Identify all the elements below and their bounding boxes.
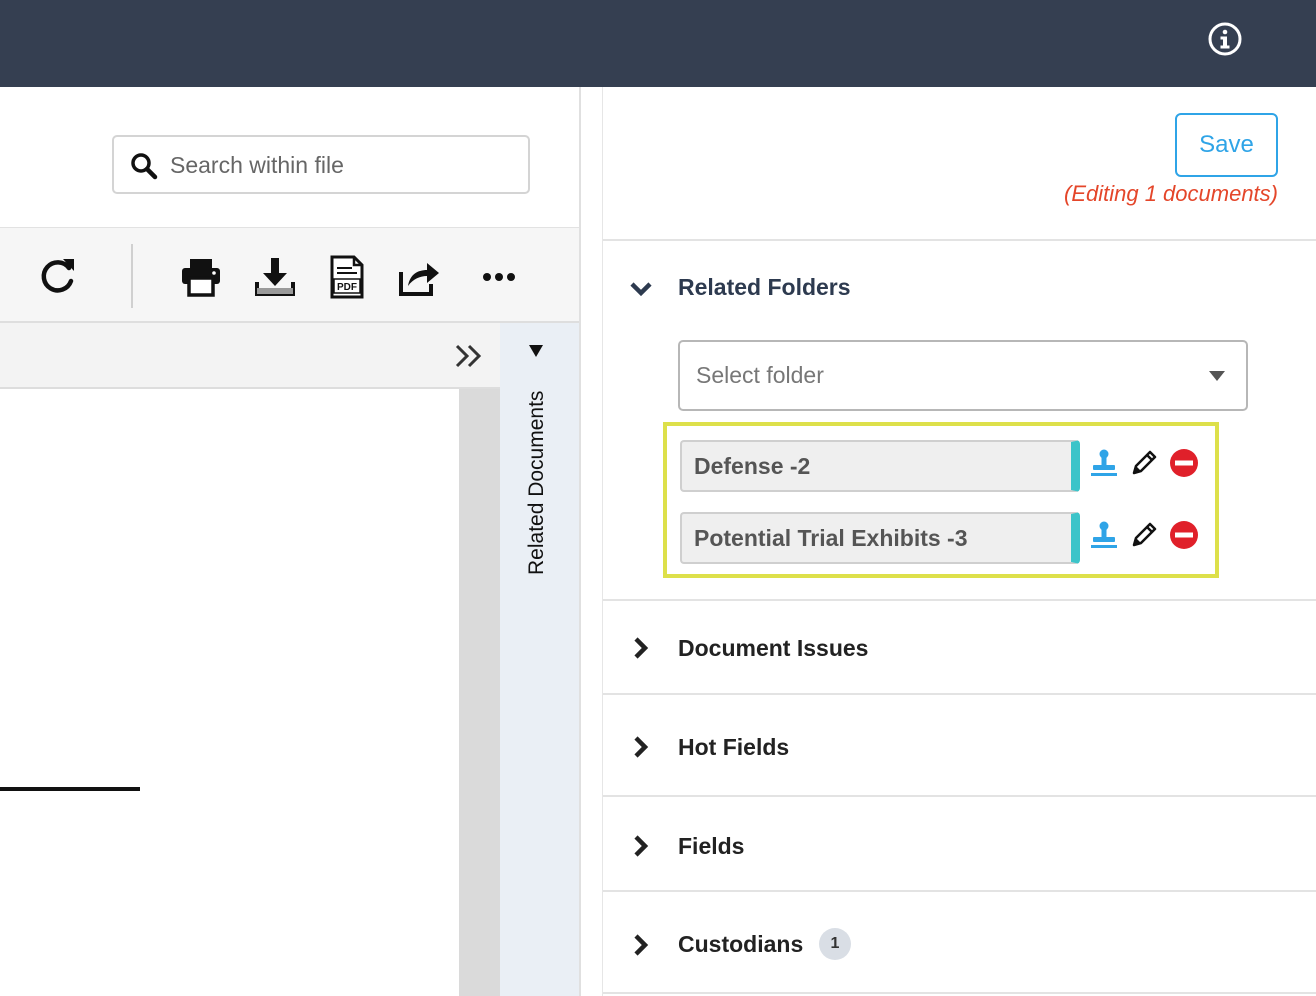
info-circle-icon[interactable] (1207, 21, 1243, 57)
pencil-icon[interactable] (1129, 448, 1159, 478)
save-button[interactable]: Save (1175, 113, 1278, 177)
remove-circle-icon[interactable] (1169, 448, 1199, 478)
related-documents-tab[interactable]: Related Documents (500, 323, 579, 996)
section-header-document-issues[interactable]: Document Issues (603, 601, 1316, 697)
custodians-count-badge: 1 (819, 928, 851, 960)
section-title: Related Folders (678, 274, 851, 300)
toolbar-divider (131, 244, 133, 308)
search-within-file-box[interactable] (112, 135, 530, 194)
section-header-custodians[interactable]: Custodians 1 (603, 892, 1316, 988)
section-title: Document Issues (678, 635, 869, 661)
folder-name: Defense -2 (694, 453, 811, 479)
section-header-fields[interactable]: Fields (603, 797, 1316, 893)
section-header-related-folders[interactable]: Related Folders (603, 241, 1316, 337)
remove-circle-icon[interactable] (1169, 520, 1199, 550)
stamp-icon[interactable] (1089, 520, 1119, 550)
refresh-icon[interactable] (34, 254, 80, 300)
download-icon[interactable] (252, 254, 298, 300)
top-header-bar (0, 0, 1316, 87)
editing-count-note: (Editing 1 documents) (1064, 181, 1278, 206)
section-custodians: Custodians 1 (603, 890, 1316, 994)
print-icon[interactable] (178, 254, 224, 300)
document-rule-line (0, 787, 140, 791)
select-folder-dropdown[interactable]: Select folder (678, 340, 1248, 411)
caret-down-icon (1209, 371, 1225, 381)
search-icon (131, 153, 158, 180)
chevron-right-icon (634, 934, 649, 956)
folder-item: Potential Trial Exhibits -3 (680, 512, 1080, 564)
coding-panel: Save (Editing 1 documents) Related Folde… (602, 87, 1316, 996)
section-document-issues: Document Issues (603, 599, 1316, 695)
related-folders-list: Defense -2 Potential Trial Exhibits -3 (663, 422, 1219, 578)
related-documents-label: Related Documents (525, 390, 548, 575)
triangle-down-icon (529, 345, 543, 357)
search-input[interactable] (170, 149, 510, 181)
svg-text:PDF: PDF (337, 282, 357, 293)
double-chevron-right-icon[interactable] (452, 341, 486, 371)
share-icon[interactable] (396, 254, 442, 300)
chevron-down-icon (630, 282, 652, 297)
chevron-right-icon (634, 835, 649, 857)
document-scrollbar[interactable] (459, 389, 500, 996)
section-fields: Fields (603, 795, 1316, 891)
folder-item: Defense -2 (680, 440, 1080, 492)
chevron-right-icon (634, 637, 649, 659)
folder-name: Potential Trial Exhibits -3 (694, 525, 968, 551)
more-icon[interactable] (478, 254, 524, 300)
section-header-hot-fields[interactable]: Hot Fields (603, 695, 1316, 791)
viewer-toolbar: PDF (0, 227, 579, 323)
section-title: Hot Fields (678, 734, 790, 760)
section-title: Custodians (678, 931, 804, 957)
document-viewer-pane: PDF Related Documents (0, 87, 581, 996)
document-page (0, 389, 459, 996)
select-folder-placeholder: Select folder (696, 362, 824, 388)
pdf-icon[interactable]: PDF (324, 254, 370, 300)
stamp-icon[interactable] (1089, 448, 1119, 478)
chevron-right-icon (634, 736, 649, 758)
section-title: Fields (678, 833, 745, 859)
pencil-icon[interactable] (1129, 520, 1159, 550)
viewer-subbar (0, 323, 500, 389)
section-hot-fields: Hot Fields (603, 693, 1316, 795)
